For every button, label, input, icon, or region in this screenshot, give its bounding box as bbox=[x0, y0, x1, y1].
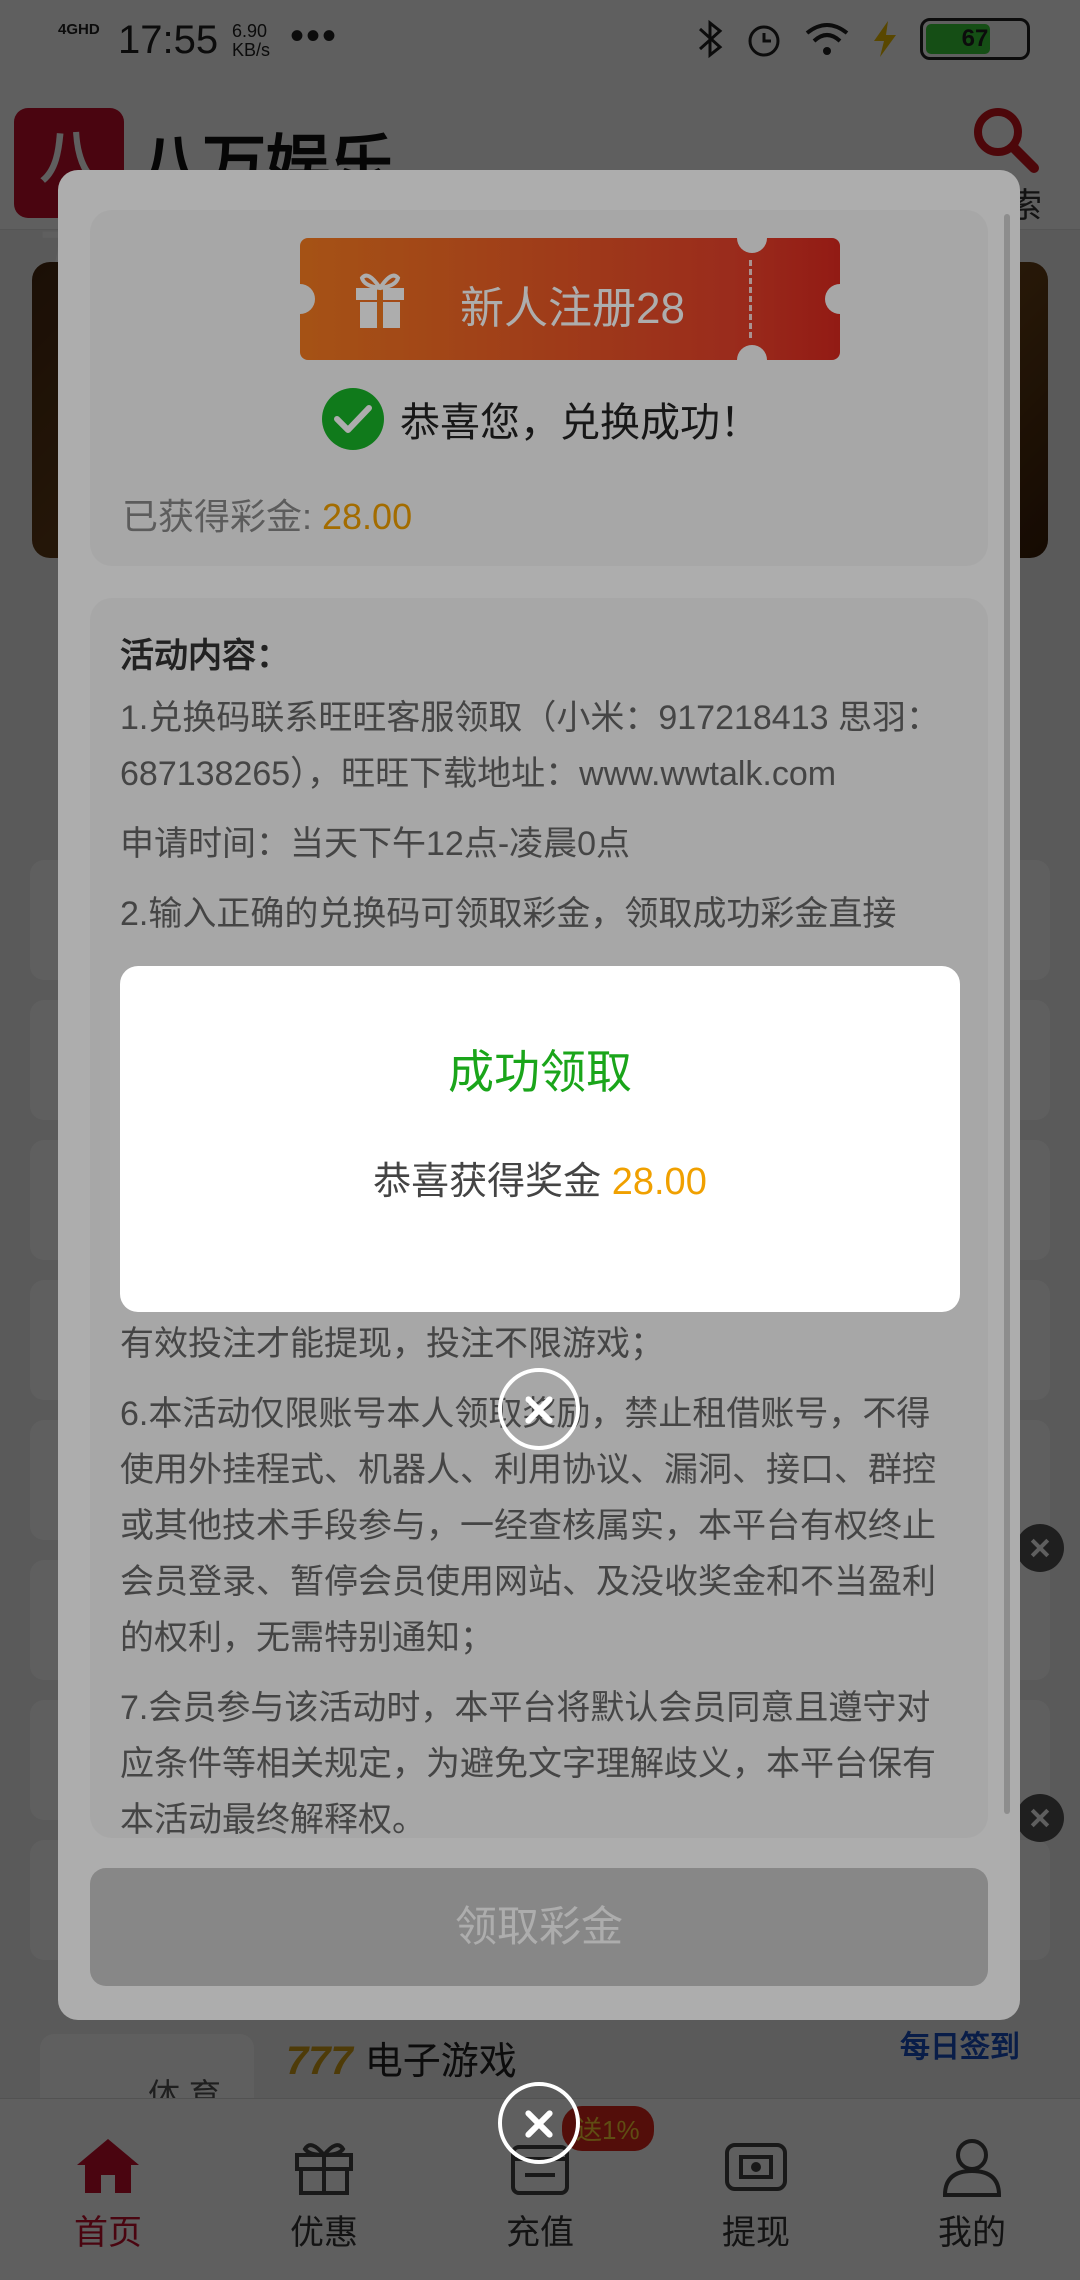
dialog-message: 恭喜获得奖金 28.00 bbox=[120, 1150, 960, 1205]
dialog-message-text: 恭喜获得奖金 bbox=[373, 1161, 612, 1203]
dialog-title: 成功领取 bbox=[448, 1046, 632, 1098]
claim-success-dialog: 成功领取 恭喜获得奖金 28.00 bbox=[120, 966, 960, 1312]
dialog-amount: 28.00 bbox=[611, 1161, 707, 1203]
sheet-close-icon[interactable] bbox=[498, 2082, 580, 2164]
dialog-close-icon[interactable] bbox=[498, 1368, 580, 1450]
